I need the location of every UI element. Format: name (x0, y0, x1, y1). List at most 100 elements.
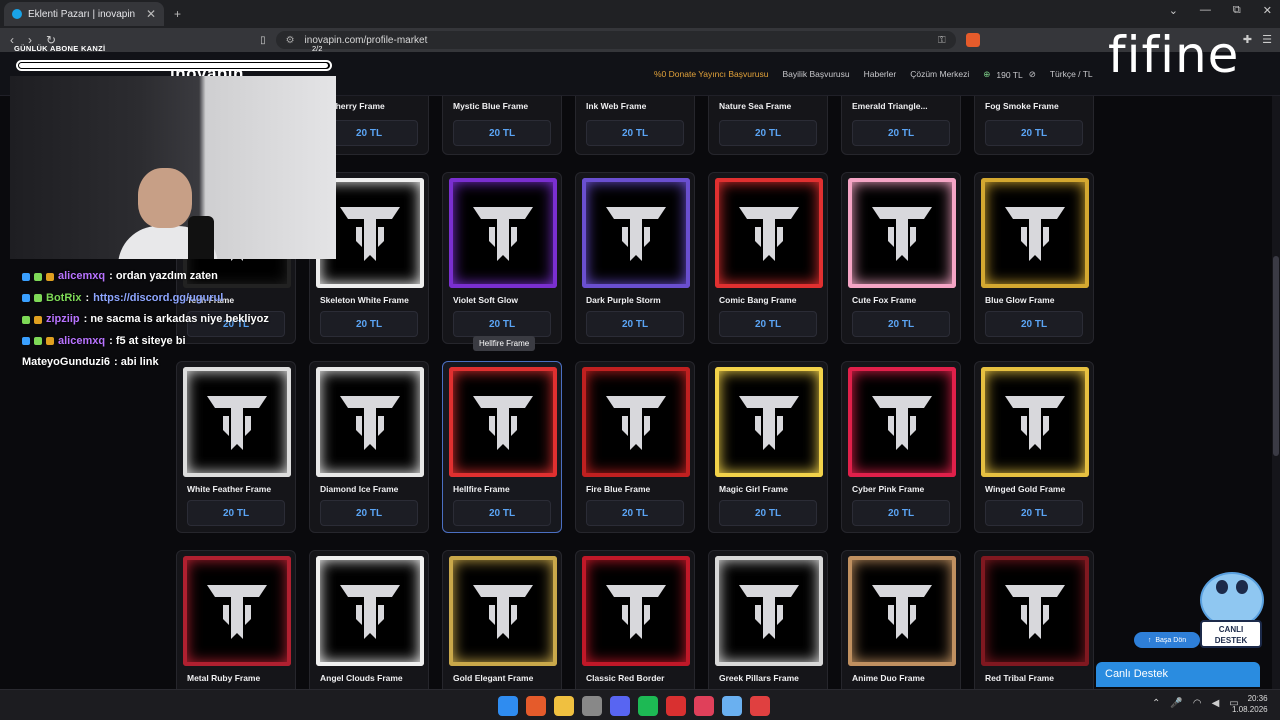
product-card[interactable]: Fire Blue Frame 20 TL (575, 361, 695, 533)
t-logo-icon (207, 585, 267, 639)
price-button[interactable]: 20 TL (586, 120, 684, 146)
t-logo-icon (473, 207, 533, 261)
site-settings-icon[interactable]: ⚙ (286, 35, 295, 46)
scrollbar-thumb[interactable] (1273, 256, 1279, 456)
product-card[interactable]: Anime Duo Frame (841, 550, 961, 689)
product-card[interactable]: Magic Girl Frame 20 TL (708, 361, 828, 533)
support-mascot[interactable]: CANLI DESTEK (1196, 556, 1268, 666)
product-card[interactable]: Blue Glow Frame 20 TL (974, 172, 1094, 344)
browser-tab[interactable]: Eklenti Pazarı | inovapin ✕ (4, 2, 164, 26)
solutions-link[interactable]: Çözüm Merkezi (910, 69, 969, 80)
product-card[interactable]: White Feather Frame 20 TL (176, 361, 296, 533)
taskbar-app-icon[interactable] (526, 696, 546, 716)
product-name: Classic Red Border (586, 673, 665, 683)
product-card[interactable]: Metal Ruby Frame (176, 550, 296, 689)
taskbar-app-icon[interactable] (554, 696, 574, 716)
product-card[interactable]: Violet Soft Glow 20 TL (442, 172, 562, 344)
mic-icon[interactable]: 🎤 (1170, 698, 1182, 709)
product-name: Comic Bang Frame (719, 295, 797, 305)
maximize-button[interactable]: ⧉ (1233, 4, 1241, 17)
minimize-button[interactable]: — (1200, 4, 1211, 17)
menu-icon[interactable]: ☰ (1262, 33, 1272, 46)
taskbar-app-icon[interactable] (638, 696, 658, 716)
hide-balance-icon[interactable]: ⊘ (1029, 69, 1036, 80)
product-card[interactable]: Gold Elegant Frame (442, 550, 562, 689)
product-card[interactable]: Greek Pillars Frame (708, 550, 828, 689)
price-button[interactable]: 20 TL (852, 500, 950, 526)
frame-preview (582, 556, 690, 666)
tray-chevron-icon[interactable]: ⌃ (1152, 698, 1160, 709)
product-card[interactable]: Ink Web Frame 20 TL (575, 96, 695, 155)
product-card[interactable]: Mystic Blue Frame 20 TL (442, 96, 562, 155)
product-card[interactable]: Angel Clouds Frame (309, 550, 429, 689)
price-button[interactable]: 20 TL (453, 311, 551, 337)
t-logo-icon (606, 396, 666, 450)
price-button[interactable]: 20 TL (852, 120, 950, 146)
product-card[interactable]: Fog Smoke Frame 20 TL (974, 96, 1094, 155)
bookmark-icon[interactable]: ▯ (260, 35, 266, 46)
price-button[interactable]: 20 TL (985, 311, 1083, 337)
balance[interactable]: ⊕ 190 TL ⊘ (983, 69, 1036, 80)
taskbar-app-icon[interactable] (610, 696, 630, 716)
price-button[interactable]: 20 TL (719, 311, 817, 337)
price-button[interactable]: 20 TL (586, 500, 684, 526)
taskbar-app-icon[interactable] (750, 696, 770, 716)
price-button[interactable]: 20 TL (586, 311, 684, 337)
frame-preview (582, 367, 690, 477)
price-button[interactable]: 20 TL (719, 500, 817, 526)
volume-icon[interactable]: ◀ (1212, 698, 1220, 709)
extensions-icon[interactable]: ✚ (1243, 33, 1252, 46)
donate-link[interactable]: %0 Donate Yayıncı Başvurusu (654, 69, 769, 80)
taskbar-app-icon[interactable] (694, 696, 714, 716)
price-button[interactable]: 20 TL (453, 120, 551, 146)
product-card[interactable]: Red Tribal Frame (974, 550, 1094, 689)
product-card[interactable]: Cyber Pink Frame 20 TL (841, 361, 961, 533)
t-logo-icon (207, 396, 267, 450)
language-selector[interactable]: Türkçe / TL (1050, 69, 1093, 80)
tab-close-icon[interactable]: ✕ (146, 7, 156, 21)
price-button[interactable]: 20 TL (985, 500, 1083, 526)
price-button[interactable]: 20 TL (719, 120, 817, 146)
product-name: Dark Purple Storm (586, 295, 661, 305)
price-button[interactable]: 20 TL (453, 500, 551, 526)
sub-goal-progress (16, 60, 332, 71)
product-card[interactable]: Nature Sea Frame 20 TL (708, 96, 828, 155)
price-button[interactable]: 20 TL (985, 120, 1083, 146)
product-card[interactable]: Hellfire Frame 20 TL (442, 361, 562, 533)
product-name: Ink Web Frame (586, 101, 647, 111)
product-card[interactable]: Cute Fox Frame 20 TL (841, 172, 961, 344)
product-card[interactable]: Diamond Ice Frame 20 TL (309, 361, 429, 533)
dealer-link[interactable]: Bayilik Başvurusu (783, 69, 850, 80)
product-card[interactable]: Emerald Triangle... 20 TL (841, 96, 961, 155)
product-card[interactable]: Winged Gold Frame 20 TL (974, 361, 1094, 533)
taskbar-app-icon[interactable] (582, 696, 602, 716)
product-card[interactable]: Comic Bang Frame 20 TL (708, 172, 828, 344)
address-bar[interactable]: ⚙ inovapin.com/profile-market ⚿ (275, 31, 956, 49)
close-window-button[interactable]: ✕ (1263, 4, 1272, 17)
price-button[interactable]: 20 TL (187, 500, 285, 526)
page-scrollbar[interactable] (1272, 96, 1280, 689)
back-to-top-label: Başa Dön (1155, 636, 1187, 644)
password-key-icon[interactable]: ⚿ (938, 35, 946, 46)
price-button[interactable]: 20 TL (320, 500, 418, 526)
news-link[interactable]: Haberler (864, 69, 897, 80)
frame-preview (715, 178, 823, 288)
new-tab-button[interactable]: + (174, 7, 181, 21)
taskbar-app-icon[interactable] (498, 696, 518, 716)
taskbar-app-icon[interactable] (666, 696, 686, 716)
brave-shield-icon[interactable] (965, 33, 980, 47)
live-chat-button[interactable]: Canlı Destek (1096, 662, 1260, 687)
clock[interactable]: 20:36 1.08.2026 (1232, 693, 1268, 715)
back-to-top-button[interactable]: ↑ Başa Dön (1134, 632, 1200, 648)
chat-message: BotRix : https://discord.gg/ugurul (22, 288, 269, 310)
product-card[interactable]: Dark Purple Storm 20 TL (575, 172, 695, 344)
product-card[interactable]: Classic Red Border (575, 550, 695, 689)
price-button[interactable]: 20 TL (852, 311, 950, 337)
wifi-icon[interactable]: ◠ (1193, 698, 1202, 709)
tab-search-icon[interactable]: ⌄ (1169, 4, 1178, 17)
taskbar-app-icon[interactable] (722, 696, 742, 716)
add-balance-icon[interactable]: ⊕ (983, 69, 990, 80)
price-button[interactable]: 20 TL (320, 311, 418, 337)
window-controls: ⌄ — ⧉ ✕ (1169, 4, 1272, 17)
frame-preview (449, 556, 557, 666)
